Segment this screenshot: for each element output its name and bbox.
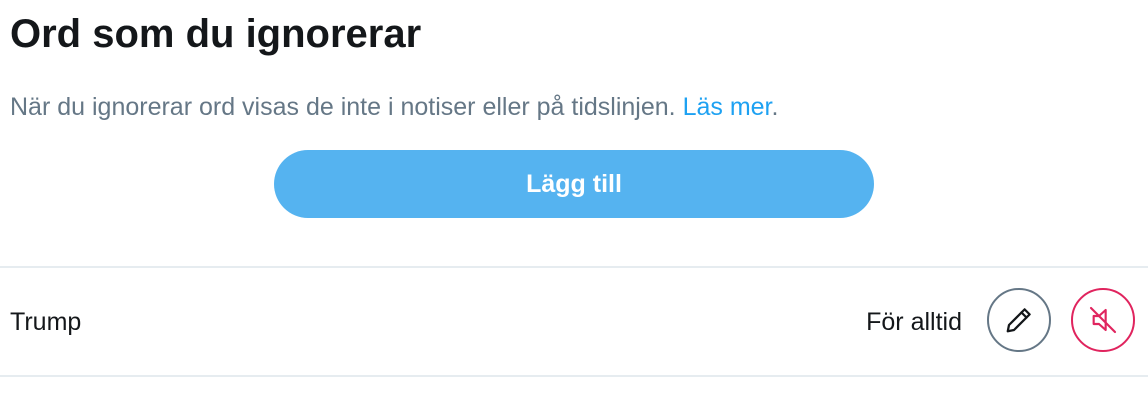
page-description: När du ignorerar ord visas de inte i not… (10, 90, 778, 124)
learn-more-link[interactable]: Läs mer (683, 93, 772, 121)
speaker-muted-icon (1089, 306, 1117, 334)
unmute-word-button[interactable] (1071, 288, 1135, 352)
muted-word-text: Trump (10, 308, 82, 336)
description-text: När du ignorerar ord visas de inte i not… (10, 93, 683, 121)
muted-words-page: Ord som du ignorerar När du ignorerar or… (0, 0, 1148, 412)
list-divider-bottom (0, 375, 1148, 377)
muted-word-row: Trump För alltid (0, 268, 1148, 375)
edit-muted-word-button[interactable] (987, 288, 1051, 352)
mute-duration: För alltid (866, 308, 962, 336)
add-muted-word-button[interactable]: Lägg till (274, 150, 874, 218)
pencil-icon (1006, 308, 1031, 333)
page-title: Ord som du ignorerar (10, 12, 422, 56)
description-period: . (771, 93, 779, 121)
